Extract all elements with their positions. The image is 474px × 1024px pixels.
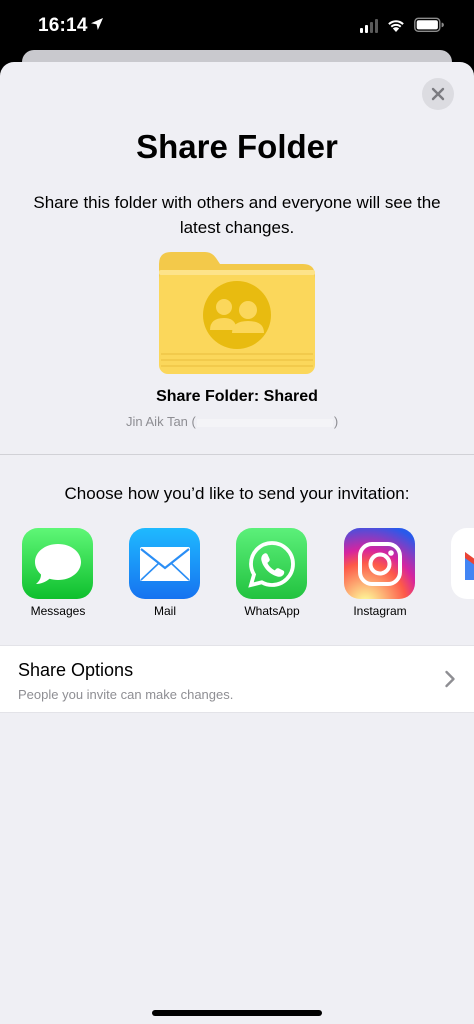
instagram-icon: [344, 528, 415, 599]
home-indicator[interactable]: [152, 1010, 322, 1016]
app-label: G: [451, 604, 474, 618]
owner-name: Jin Aik Tan (: [126, 414, 196, 429]
share-app-gmail[interactable]: G: [451, 528, 474, 618]
mail-icon: [129, 528, 200, 599]
folder-owner: Jin Aik Tan (): [126, 414, 338, 429]
location-arrow-icon: [91, 18, 103, 30]
battery-icon: [414, 17, 444, 32]
owner-close-paren: ): [333, 414, 339, 429]
gmail-icon: [451, 528, 474, 599]
share-apps-row: Messages Mail WhatsApp Instagram: [0, 528, 474, 628]
chevron-right-icon: [445, 670, 455, 688]
messages-icon: [22, 528, 93, 599]
share-options-title: Share Options: [18, 660, 134, 680]
app-label: Instagram: [353, 604, 407, 618]
close-button[interactable]: [422, 78, 454, 110]
page-subtitle: Share this folder with others and everyo…: [33, 193, 441, 237]
invite-prompt: Choose how you’d like to send your invit…: [64, 484, 410, 503]
redacted-email: [196, 418, 333, 427]
whatsapp-icon: [236, 528, 307, 599]
share-app-messages[interactable]: Messages: [22, 528, 94, 618]
status-time: 16:14: [38, 15, 88, 36]
share-app-whatsapp[interactable]: WhatsApp: [236, 528, 308, 618]
cellular-signal-icon: [360, 19, 378, 33]
app-label: Messages: [30, 604, 86, 618]
share-options-row[interactable]: Share Options People you invite can make…: [0, 645, 474, 713]
app-label: WhatsApp: [244, 604, 300, 618]
wifi-icon: [388, 20, 404, 32]
folder-name: Share Folder: Shared: [156, 388, 318, 405]
shared-folder-icon: [159, 252, 315, 374]
status-bar: 16:14: [0, 0, 474, 52]
share-folder-sheet: Share Folder Share this folder with othe…: [0, 62, 474, 1024]
page-title: Share Folder: [136, 128, 338, 165]
share-app-instagram[interactable]: Instagram: [344, 528, 416, 618]
share-app-mail[interactable]: Mail: [129, 528, 201, 618]
share-options-subtitle: People you invite can make changes.: [18, 687, 234, 702]
section-divider: [0, 454, 474, 455]
close-icon: [431, 87, 445, 101]
app-label: Mail: [153, 604, 176, 618]
